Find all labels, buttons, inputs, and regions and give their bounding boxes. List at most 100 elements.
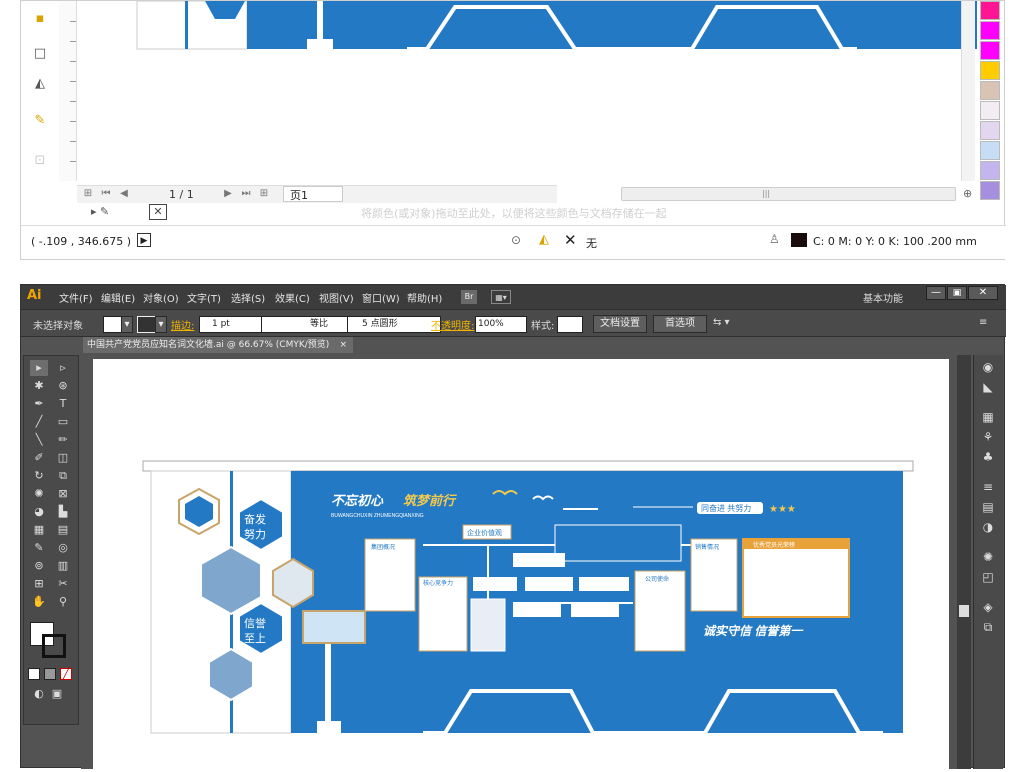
eraser-icon[interactable]: ◫ (54, 450, 72, 466)
line-tool-icon[interactable]: ╱ (30, 414, 48, 430)
opacity-field[interactable]: 100% (475, 316, 527, 333)
swatches-icon[interactable]: ▦ (979, 409, 997, 425)
menu-file[interactable]: 文件(F) (59, 290, 93, 305)
brush-definition[interactable]: 5 点圆形 (347, 316, 441, 333)
drawing-canvas[interactable] (77, 0, 987, 181)
horizontal-scrollbar[interactable]: ||| (621, 187, 956, 201)
swatch[interactable] (980, 141, 1000, 160)
first-page-icon[interactable]: ⏮ (99, 187, 113, 201)
direct-selection-tool-icon[interactable]: ▹ (54, 360, 72, 376)
warp-tool-icon[interactable]: ✺ (30, 486, 48, 502)
draw-mode-icon[interactable]: ◐ (30, 686, 48, 702)
opacity-label[interactable]: 不透明度: (431, 317, 474, 332)
hand-tool-icon[interactable]: ✋ (30, 594, 48, 610)
scroll-thumb[interactable] (959, 605, 969, 617)
blend-tool-icon[interactable]: ◎ (54, 540, 72, 556)
swatch[interactable] (980, 161, 1000, 180)
bridge-button[interactable]: Br (461, 290, 477, 304)
brushes-icon[interactable]: ⚘ (979, 429, 997, 445)
minimize-button[interactable]: — (926, 286, 946, 300)
swatch[interactable] (980, 61, 1000, 80)
color-guide-icon[interactable]: ◣ (979, 379, 997, 395)
close-button[interactable]: ✕ (968, 286, 998, 300)
no-fill-icon[interactable]: ✕ (149, 204, 167, 220)
eyedropper-icon[interactable]: ✎ (31, 113, 49, 129)
swatch[interactable] (980, 1, 1000, 20)
swatch[interactable] (980, 121, 1000, 140)
swatch[interactable] (980, 41, 1000, 60)
symbols-icon[interactable]: ♣ (979, 449, 997, 465)
none-mode-icon[interactable]: ╱ (60, 668, 72, 680)
color-panel-icon[interactable]: ◉ (979, 359, 997, 375)
menu-view[interactable]: 视图(V) (319, 290, 354, 305)
gradient-tool-icon[interactable]: ▤ (54, 522, 72, 538)
swatch[interactable] (980, 21, 1000, 40)
add-page-end-icon[interactable]: ⊞ (257, 187, 271, 201)
selection-tool-icon[interactable]: ▸ (30, 360, 48, 376)
stroke-panel-icon[interactable]: ≡ (979, 479, 997, 495)
panel-menu-icon[interactable]: ≡ (979, 317, 987, 328)
paintbrush-icon[interactable]: ╲ (30, 432, 48, 448)
swatch[interactable] (980, 81, 1000, 100)
fill-swatch[interactable] (103, 316, 123, 333)
zoom-tool-icon[interactable]: ⚲ (54, 594, 72, 610)
type-tool-icon[interactable]: T (54, 396, 72, 412)
screen-mode-icon[interactable]: ▣ (48, 686, 66, 702)
stroke-dropdown-icon[interactable]: ▾ (155, 316, 167, 333)
stroke-color-box[interactable] (42, 634, 66, 658)
zoom-icon[interactable]: ⊕ (963, 187, 972, 200)
swatch[interactable] (980, 181, 1000, 200)
layers-icon[interactable]: ◈ (979, 599, 997, 615)
menu-help[interactable]: 帮助(H) (407, 290, 442, 305)
magic-wand-icon[interactable]: ✱ (30, 378, 48, 394)
menu-type[interactable]: 文字(T) (187, 290, 221, 305)
rectangle-tool-icon[interactable]: ▭ (54, 414, 72, 430)
pencil-icon[interactable]: ✏ (54, 432, 72, 448)
last-page-icon[interactable]: ⏭ (239, 187, 253, 201)
vertical-scrollbar[interactable] (961, 1, 975, 181)
pen-tool-icon[interactable]: ✒ (30, 396, 48, 412)
menu-window[interactable]: 窗口(W) (362, 290, 400, 305)
rotate-tool-icon[interactable]: ↻ (30, 468, 48, 484)
mesh-tool-icon[interactable]: ▦ (30, 522, 48, 538)
shape-builder-icon[interactable]: ◕ (30, 504, 48, 520)
perspective-grid-icon[interactable]: ▙ (54, 504, 72, 520)
artboard[interactable]: 奋发 努力 信誉 至上 不忘初心 筑梦前行 BUWANGCHUXIN ZHUME… (93, 359, 949, 769)
swatch[interactable] (980, 101, 1000, 120)
tab-close-icon[interactable]: × (339, 337, 347, 353)
document-setup-button[interactable]: 文档设置 (593, 315, 647, 333)
slice-tool-icon[interactable]: ✂ (54, 576, 72, 592)
fill-bucket-icon[interactable]: ◭ (31, 76, 49, 92)
stroke-swatch[interactable] (137, 316, 157, 333)
arrange-documents-icon[interactable]: ▦▾ (491, 290, 511, 304)
vertical-scrollbar-ai[interactable] (957, 355, 971, 769)
gradient-panel-icon[interactable]: ▤ (979, 499, 997, 515)
color-mode-icon[interactable] (28, 668, 40, 680)
add-page-icon[interactable]: ⊞ (81, 187, 95, 201)
graph-tool-icon[interactable]: ▥ (54, 558, 72, 574)
graphic-style-swatch[interactable] (557, 316, 583, 333)
rectangle-icon[interactable]: □ (31, 46, 49, 62)
transparency-icon[interactable]: ◑ (979, 519, 997, 535)
artboards-icon[interactable]: ⧉ (979, 619, 997, 635)
menu-effect[interactable]: 效果(C) (275, 290, 310, 305)
menu-object[interactable]: 对象(O) (143, 290, 179, 305)
document-tab[interactable]: 中国共产党党员应知名词文化墙.ai @ 66.67% (CMYK/预览) × (83, 337, 353, 353)
eyedropper-tool-icon[interactable]: ✎ (30, 540, 48, 556)
artboard-tool-icon[interactable]: ⊞ (30, 576, 48, 592)
canvas-area[interactable]: 奋发 努力 信誉 至上 不忘初心 筑梦前行 BUWANGCHUXIN ZHUME… (81, 355, 965, 769)
scale-tool-icon[interactable]: ⧉ (54, 468, 72, 484)
arrange-icon[interactable]: ⇆ ▾ (713, 317, 730, 328)
fill-dropdown-icon[interactable]: ▾ (121, 316, 133, 333)
graphic-styles-icon[interactable]: ◰ (979, 569, 997, 585)
prev-page-icon[interactable]: ◀ (117, 187, 131, 201)
play-icon[interactable]: ▶ (137, 233, 151, 247)
menu-edit[interactable]: 编辑(E) (101, 290, 135, 305)
gradient-mode-icon[interactable] (44, 668, 56, 680)
stroke-weight-field[interactable]: 1 pt (199, 316, 269, 333)
free-transform-icon[interactable]: ⊠ (54, 486, 72, 502)
smart-fill-icon[interactable]: ▪ (31, 11, 49, 27)
lasso-icon[interactable]: ⊛ (54, 378, 72, 394)
preferences-button[interactable]: 首选项 (653, 315, 707, 333)
appearance-icon[interactable]: ✺ (979, 549, 997, 565)
